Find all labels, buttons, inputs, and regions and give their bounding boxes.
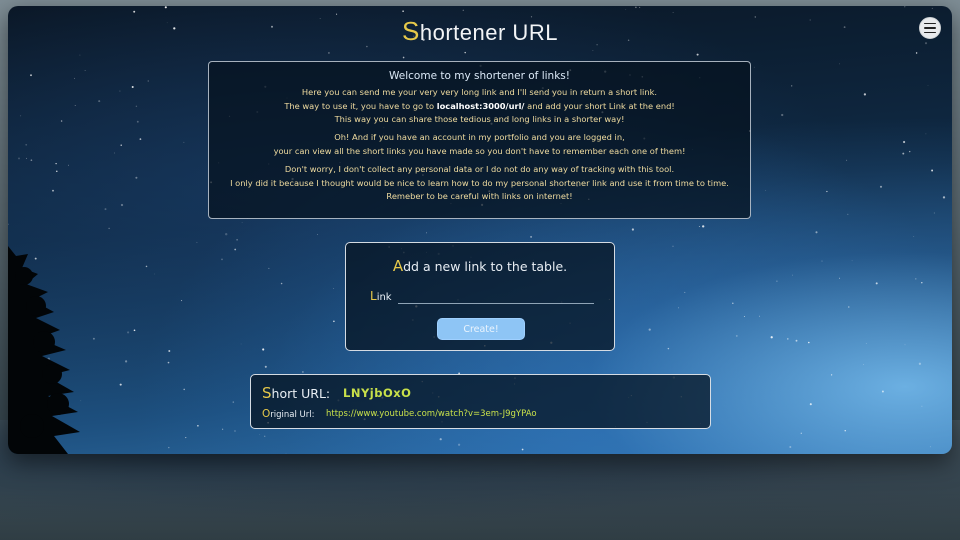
welcome-line: This way you can share those tedious and… — [334, 114, 625, 125]
short-url-label: Short URL: — [262, 384, 331, 402]
welcome-heading: Welcome to my shortener of links! — [389, 70, 570, 82]
short-url-value[interactable]: LNYjbOxO — [343, 386, 411, 400]
welcome-line: and add your short Link at the end! — [524, 100, 675, 111]
welcome-line: I only did it because I thought would be… — [230, 177, 729, 188]
welcome-paragraph-privacy: Don't worry, I don't collect any persona… — [209, 163, 750, 204]
add-link-form: Add a new link to the table. Link Create… — [345, 242, 615, 351]
menu-button[interactable] — [919, 17, 941, 39]
app-window: Shortener URL Welcome to my shortener of… — [8, 6, 952, 454]
welcome-paragraph-account: Oh! And if you have an account in my por… — [209, 131, 750, 159]
add-link-title: Add a new link to the table. — [392, 257, 568, 275]
welcome-line: Here you can send me your very very long… — [301, 86, 658, 97]
original-url-link[interactable]: https://www.youtube.com/watch?v=3em-J9gY… — [326, 409, 537, 419]
hamburger-menu-icon-bar — [924, 31, 936, 34]
result-panel: Short URL: LNYjbOxO Original Url: https:… — [250, 374, 711, 429]
original-url-label: Original Url: — [262, 408, 315, 420]
welcome-paragraph-usage: Here you can send me your very very long… — [209, 86, 750, 127]
tree-silhouette — [8, 246, 80, 454]
page-title: Shortener URL — [402, 16, 558, 46]
usage-url: localhost:3000/url/ — [436, 100, 525, 111]
welcome-panel: Welcome to my shortener of links! Here y… — [208, 61, 751, 219]
hamburger-menu-icon — [924, 22, 936, 25]
link-input[interactable] — [398, 287, 594, 304]
welcome-line: your can view all the short links you ha… — [273, 145, 686, 156]
welcome-line: Remeber to be careful with links on inte… — [386, 191, 573, 202]
hamburger-menu-icon-bar — [924, 27, 936, 29]
link-label: Link — [370, 289, 392, 303]
welcome-line: Don't worry, I don't collect any persona… — [284, 163, 675, 174]
welcome-line: Oh! And if you have an account in my por… — [334, 132, 625, 143]
create-button[interactable]: Create! — [437, 318, 525, 340]
welcome-line: The way to use it, you have to go to — [284, 100, 437, 111]
